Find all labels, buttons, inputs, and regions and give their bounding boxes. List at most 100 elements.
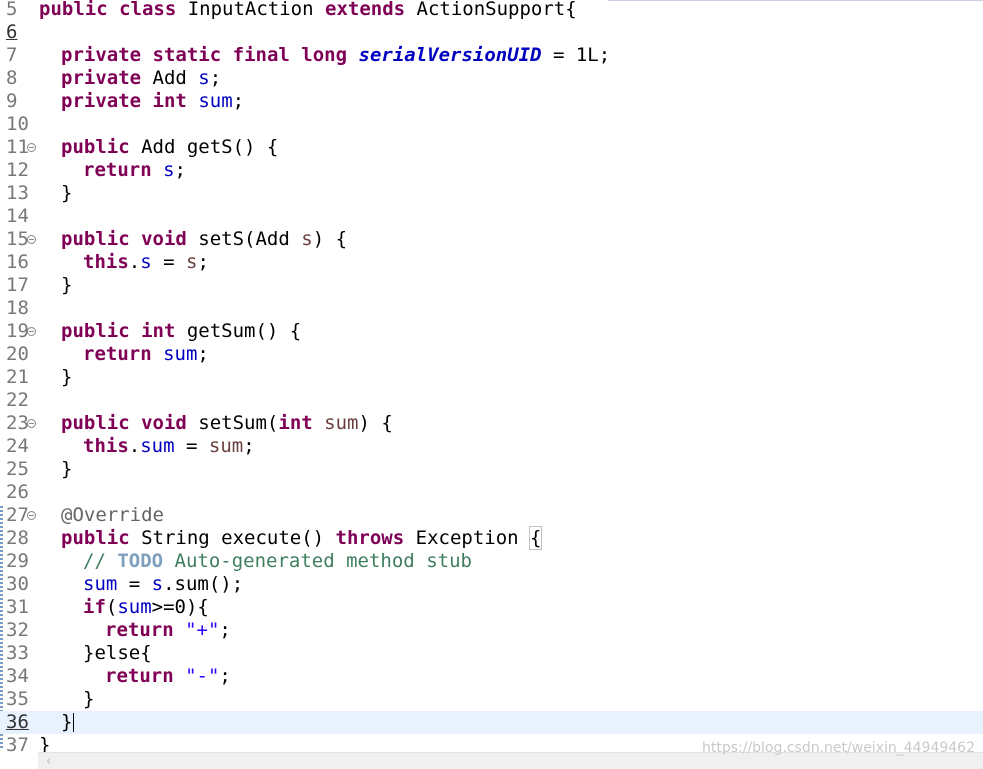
code-token: ( (105, 596, 118, 618)
code-line[interactable]: 6 (0, 21, 983, 44)
code-line[interactable]: 28 public String execute() throws Excepti… (0, 526, 983, 550)
code-token: Auto-generated method stub (163, 550, 472, 572)
code-token: TODO (117, 550, 164, 572)
code-token: // (83, 550, 118, 572)
code-text: private Add s; (61, 67, 221, 90)
code-token: this (83, 435, 129, 457)
code-line[interactable]: 18 (0, 297, 983, 320)
code-line[interactable]: 13} (0, 182, 983, 205)
code-line[interactable]: 20 return sum; (0, 343, 983, 366)
code-token: sum (198, 90, 233, 112)
code-line[interactable]: 33}else{ (0, 642, 983, 665)
code-line[interactable]: 17} (0, 274, 983, 297)
code-text: if(sum>=0){ (83, 596, 209, 619)
code-line[interactable]: 9 private int sum; (0, 90, 983, 113)
line-number: 17 (6, 274, 29, 296)
line-number: 37 (6, 734, 29, 756)
line-number: 7 (6, 44, 18, 66)
code-token: s (301, 228, 313, 250)
code-token: private (61, 67, 142, 89)
code-token: public (61, 136, 130, 158)
code-token: @Override (61, 504, 164, 526)
code-line[interactable]: 8 private Add s; (0, 67, 983, 90)
code-token: >=0){ (151, 596, 209, 618)
code-token: sum (117, 596, 152, 618)
code-line[interactable]: 19 public int getSum() { (0, 320, 983, 343)
code-line[interactable]: 23 public void setSum(int sum) { (0, 412, 983, 435)
line-number: 31 (6, 596, 29, 618)
code-token: extends (325, 0, 406, 20)
code-line[interactable]: 11 public Add getS() { (0, 136, 983, 159)
code-token: getSum() { (175, 320, 302, 342)
code-line[interactable]: 15 public void setS(Add s) { (0, 228, 983, 251)
code-text: } (61, 458, 72, 481)
fold-collapse-icon[interactable] (27, 327, 36, 336)
code-token: ; (174, 159, 186, 181)
code-line[interactable]: 22 (0, 389, 983, 412)
fold-collapse-icon[interactable] (27, 143, 36, 152)
code-token: s (151, 573, 164, 595)
line-number: 21 (6, 366, 29, 388)
code-token: return (105, 619, 174, 641)
code-line[interactable]: 14 (0, 205, 983, 228)
code-line[interactable]: 16 this.s = s; (0, 251, 983, 274)
code-line[interactable]: 26 (0, 481, 983, 504)
code-line[interactable]: 24 this.sum = sum; (0, 435, 983, 458)
line-number: 10 (6, 113, 29, 135)
fold-collapse-icon[interactable] (27, 235, 36, 244)
scroll-left-icon[interactable]: ‹ (46, 754, 51, 769)
code-token: sum (208, 435, 244, 457)
line-number: 22 (6, 389, 29, 411)
line-number: 26 (6, 481, 29, 503)
code-text: } (61, 711, 75, 734)
code-token: ) { (358, 412, 393, 434)
code-text: return "-"; (105, 665, 231, 688)
code-line[interactable]: 36} (0, 711, 983, 734)
line-number: 9 (6, 90, 18, 112)
code-editor[interactable]: 5 public class InputAction extends Action… (0, 0, 983, 769)
code-token: s (186, 251, 198, 273)
code-token: return (83, 159, 152, 181)
code-line[interactable]: 5 public class InputAction extends Action… (0, 0, 983, 21)
code-line[interactable]: 29 // TODO Auto-generated method stub (0, 550, 983, 573)
code-line[interactable]: 31 if(sum>=0){ (0, 596, 983, 619)
code-line[interactable]: 21} (0, 366, 983, 389)
fold-collapse-icon[interactable] (27, 419, 36, 428)
code-token: }else{ (83, 642, 152, 664)
code-line[interactable]: 32 return "+"; (0, 619, 983, 642)
code-token: return (105, 665, 174, 687)
fold-collapse-icon[interactable] (27, 511, 36, 520)
code-line[interactable]: 27 @Override (0, 504, 983, 527)
code-token: public (61, 320, 130, 342)
line-number: 25 (6, 458, 29, 480)
code-line[interactable]: 30 sum = s.sum(); (0, 573, 983, 596)
code-token: { (528, 526, 543, 550)
code-line[interactable]: 25} (0, 458, 983, 481)
code-text: } (61, 274, 72, 297)
code-text: } (61, 182, 72, 205)
code-token: s (140, 251, 152, 273)
code-text: // TODO Auto-generated method stub (83, 550, 472, 573)
code-line[interactable]: 12 return s; (0, 159, 983, 182)
code-token: = 1L; (541, 44, 611, 66)
code-line[interactable]: 35} (0, 688, 983, 711)
code-token: ; (197, 251, 209, 273)
code-line[interactable]: 34 return "-"; (0, 665, 983, 688)
code-line[interactable]: 7 private static final long serialVersion… (0, 44, 983, 67)
code-token: long (301, 44, 348, 66)
code-token: = (117, 573, 152, 595)
code-token: } (61, 274, 73, 296)
line-number: 6 (6, 21, 18, 43)
code-text: }else{ (83, 642, 152, 665)
code-token: ; (232, 90, 245, 112)
code-token: } (83, 688, 95, 710)
code-token: . (128, 251, 141, 273)
code-line[interactable]: 10 (0, 113, 983, 136)
